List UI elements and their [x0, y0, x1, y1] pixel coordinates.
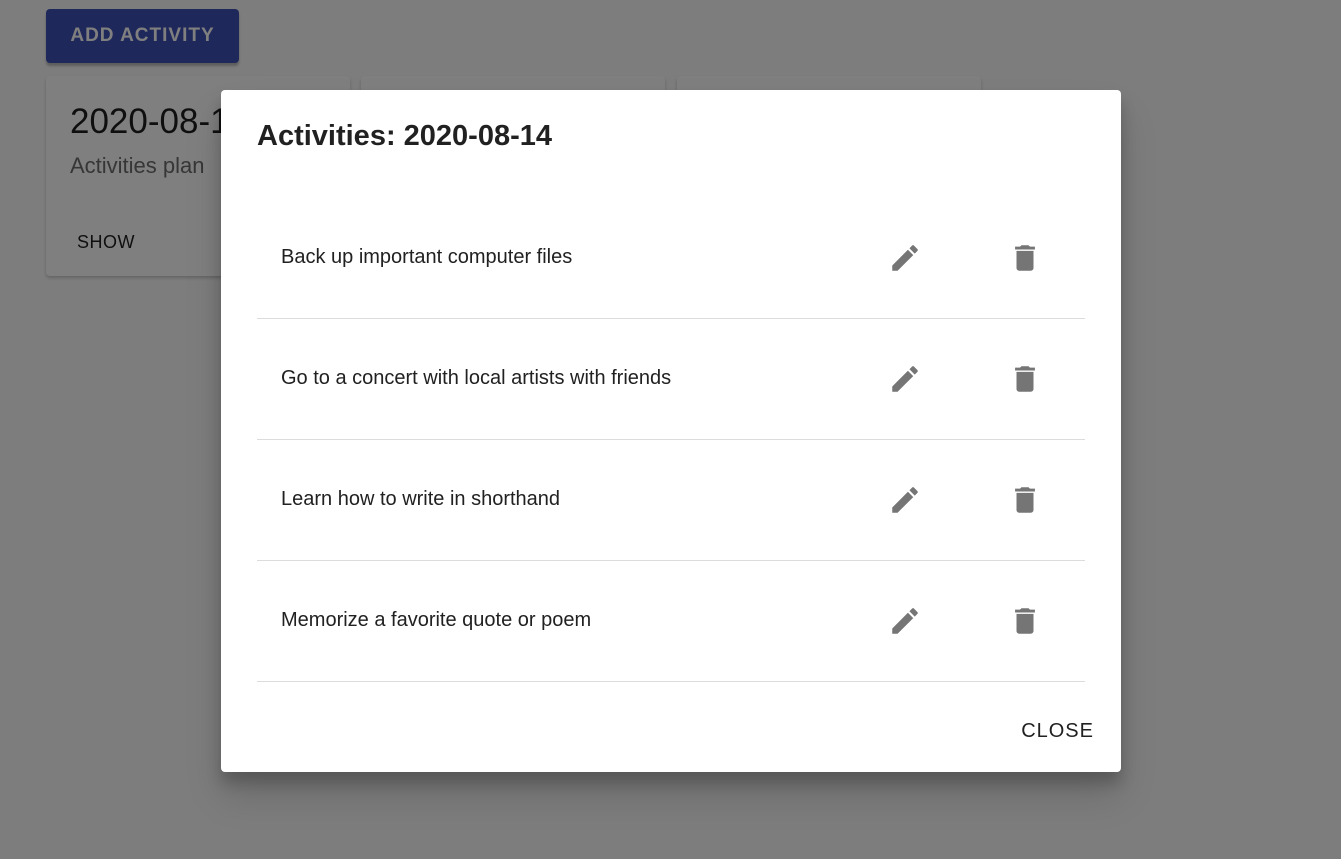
list-item: Back up important computer files	[257, 198, 1085, 319]
activity-label: Go to a concert with local artists with …	[281, 367, 672, 389]
activity-label: Learn how to write in shorthand	[281, 488, 561, 510]
delete-button[interactable]	[1001, 234, 1049, 282]
activity-label: Back up important computer files	[281, 246, 573, 268]
pencil-icon	[892, 487, 918, 513]
edit-button[interactable]	[881, 234, 929, 282]
trash-icon	[1015, 245, 1035, 271]
trash-icon	[1015, 608, 1035, 634]
delete-button[interactable]	[1001, 476, 1049, 524]
activity-label: Memorize a favorite quote or poem	[281, 609, 592, 631]
pencil-icon	[892, 366, 918, 392]
activities-dialog: Activities: 2020-08-14 Back up important…	[221, 90, 1121, 772]
pencil-icon	[892, 608, 918, 634]
close-button[interactable]: CLOSE	[1021, 720, 1094, 743]
list-item: Learn how to write in shorthand	[257, 440, 1085, 561]
edit-button[interactable]	[881, 597, 929, 645]
edit-button[interactable]	[881, 476, 929, 524]
dialog-title: Activities: 2020-08-14	[257, 120, 552, 152]
activity-list: Back up important computer files Go to a…	[257, 198, 1085, 682]
pencil-icon	[892, 245, 918, 271]
delete-button[interactable]	[1001, 597, 1049, 645]
trash-icon	[1015, 487, 1035, 513]
edit-button[interactable]	[881, 355, 929, 403]
delete-button[interactable]	[1001, 355, 1049, 403]
app-page: ADD ACTIVITY 2020-08-1 Activities plan S…	[0, 0, 1341, 859]
list-item: Go to a concert with local artists with …	[257, 319, 1085, 440]
trash-icon	[1015, 366, 1035, 392]
list-item: Memorize a favorite quote or poem	[257, 561, 1085, 682]
